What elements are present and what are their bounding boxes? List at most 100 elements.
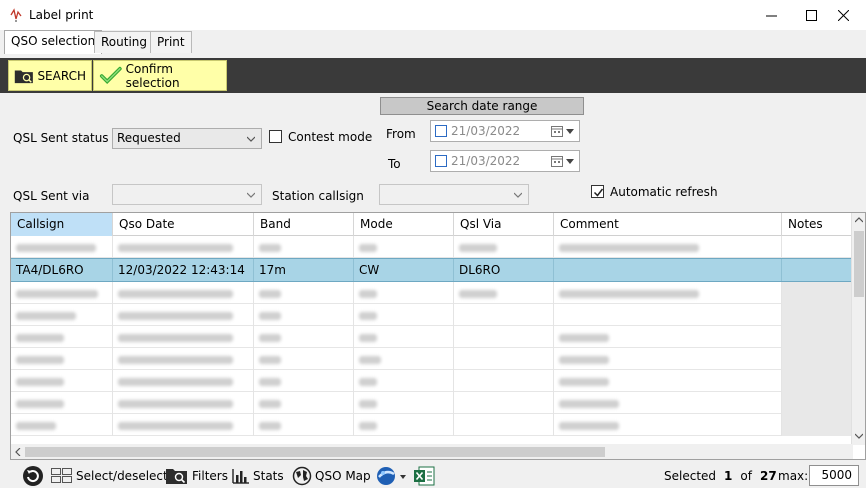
toolbar: SEARCH Confirm selection	[0, 58, 866, 93]
from-date-picker[interactable]: 21/03/2022	[430, 120, 580, 142]
calendar-icon	[551, 156, 563, 167]
column-qsl-via[interactable]: Qsl Via	[454, 213, 554, 236]
table-row[interactable]	[11, 326, 853, 348]
search-date-range-header: Search date range	[380, 97, 584, 115]
table-row[interactable]	[11, 414, 853, 436]
refresh-icon	[23, 466, 43, 486]
cell-mode: CW	[354, 259, 454, 281]
column-qso-date[interactable]: Qso Date	[113, 213, 254, 236]
filters-label: Filters	[192, 469, 228, 483]
from-date-checkbox[interactable]	[435, 125, 447, 137]
globe-icon	[292, 466, 312, 486]
cell-callsign: TA4/DL6RO	[11, 259, 113, 281]
selected-label: Selected	[664, 469, 717, 483]
to-label: To	[388, 157, 401, 171]
earth-globe-icon	[377, 467, 406, 485]
tab-routing[interactable]: Routing	[94, 31, 155, 53]
confirm-selection-label: Confirm selection	[125, 61, 180, 90]
confirm-selection-button[interactable]: Confirm selection	[93, 60, 227, 91]
automatic-refresh-label: Automatic refresh	[610, 185, 718, 199]
close-button[interactable]	[820, 0, 866, 30]
qso-map-label: QSO Map	[315, 469, 371, 483]
filters-button[interactable]: Filters	[165, 466, 228, 486]
search-button[interactable]: SEARCH	[8, 60, 92, 91]
horizontal-scrollbar[interactable]	[11, 444, 853, 459]
bar-chart-icon	[232, 469, 249, 484]
vertical-scrollbar[interactable]	[851, 213, 865, 445]
grid-header: Callsign Qso Date Band Mode Qsl Via Comm…	[11, 213, 853, 236]
chevron-down-icon	[514, 192, 522, 198]
scroll-down-icon[interactable]	[852, 429, 865, 443]
from-label: From	[386, 127, 416, 141]
folder-search-icon	[14, 69, 33, 83]
tab-print[interactable]: Print	[150, 31, 192, 53]
max-label: max:	[778, 469, 809, 483]
qso-map-button[interactable]: QSO Map	[292, 466, 371, 486]
calendar-icon	[551, 126, 563, 137]
qso-grid[interactable]: Callsign Qso Date Band Mode Qsl Via Comm…	[10, 212, 866, 460]
table-row[interactable]	[11, 370, 853, 392]
from-date-value: 21/03/2022	[451, 124, 521, 138]
check-icon	[593, 188, 604, 197]
column-callsign[interactable]: Callsign	[11, 213, 113, 236]
scroll-up-icon[interactable]	[852, 213, 865, 227]
scroll-left-icon[interactable]	[11, 445, 25, 459]
column-notes[interactable]: Notes	[782, 213, 853, 236]
chevron-down-icon	[247, 192, 255, 198]
column-mode[interactable]: Mode	[354, 213, 454, 236]
select-deselect-button[interactable]: Select/deselect	[51, 466, 168, 486]
table-row-selected[interactable]: TA4/DL6RO 12/03/2022 12:43:14 17m CW DL6…	[11, 258, 853, 282]
status-bar: Select/deselect Filters Stats QSO Map Se…	[0, 463, 866, 488]
column-band[interactable]: Band	[254, 213, 354, 236]
table-row[interactable]	[11, 392, 853, 414]
total-count: 27	[759, 469, 777, 483]
refresh-button[interactable]	[22, 466, 47, 486]
cell-notes	[782, 259, 853, 281]
tab-bar: QSO selection Routing Print	[0, 30, 866, 54]
max-input[interactable]: 5000	[809, 465, 859, 486]
stats-button[interactable]: Stats	[232, 466, 284, 486]
title-bar: Label print	[0, 0, 866, 30]
search-label: SEARCH	[37, 68, 86, 83]
qsl-sent-via-label: QSL Sent via	[13, 189, 90, 203]
table-row[interactable]	[11, 304, 853, 326]
cell-band: 17m	[254, 259, 354, 281]
grid-select-icon	[51, 468, 72, 483]
minimize-icon	[765, 15, 777, 16]
contest-mode-label: Contest mode	[288, 130, 373, 144]
to-date-checkbox[interactable]	[435, 155, 447, 167]
table-row[interactable]	[11, 282, 853, 304]
qsl-sent-status-select[interactable]: Requested	[112, 128, 262, 149]
chevron-down-icon	[566, 159, 574, 164]
stats-label: Stats	[253, 469, 284, 483]
qsl-sent-status-label: QSL Sent status	[13, 131, 109, 145]
station-callsign-select[interactable]	[379, 184, 529, 205]
maximize-icon	[805, 9, 817, 21]
selection-summary: Selected 1 of 27	[664, 466, 777, 486]
google-earth-button[interactable]	[376, 466, 409, 486]
excel-icon	[414, 466, 435, 486]
cell-qso-date: 12/03/2022 12:43:14	[113, 259, 254, 281]
tab-qso-selection[interactable]: QSO selection	[4, 30, 103, 54]
cell-comment	[554, 259, 782, 281]
app-icon	[10, 8, 22, 22]
table-row[interactable]	[11, 236, 853, 258]
station-callsign-label: Station callsign	[272, 189, 364, 203]
chevron-down-icon	[566, 129, 574, 134]
close-icon	[837, 9, 849, 21]
of-label: of	[740, 469, 752, 483]
horizontal-scroll-thumb[interactable]	[25, 447, 605, 457]
contest-mode-checkbox[interactable]	[269, 130, 282, 143]
folder-search-icon	[166, 469, 187, 484]
window-title: Label print	[29, 8, 94, 22]
export-excel-button[interactable]	[413, 466, 438, 486]
qsl-sent-via-select[interactable]	[112, 184, 262, 205]
selected-count: 1	[724, 469, 733, 483]
vertical-scroll-thumb[interactable]	[854, 231, 864, 297]
to-date-picker[interactable]: 21/03/2022	[430, 150, 580, 172]
table-row[interactable]	[11, 348, 853, 370]
column-comment[interactable]: Comment	[554, 213, 782, 236]
automatic-refresh-checkbox[interactable]	[591, 185, 604, 198]
chevron-down-icon	[247, 136, 255, 142]
checkmark-icon	[99, 66, 122, 84]
